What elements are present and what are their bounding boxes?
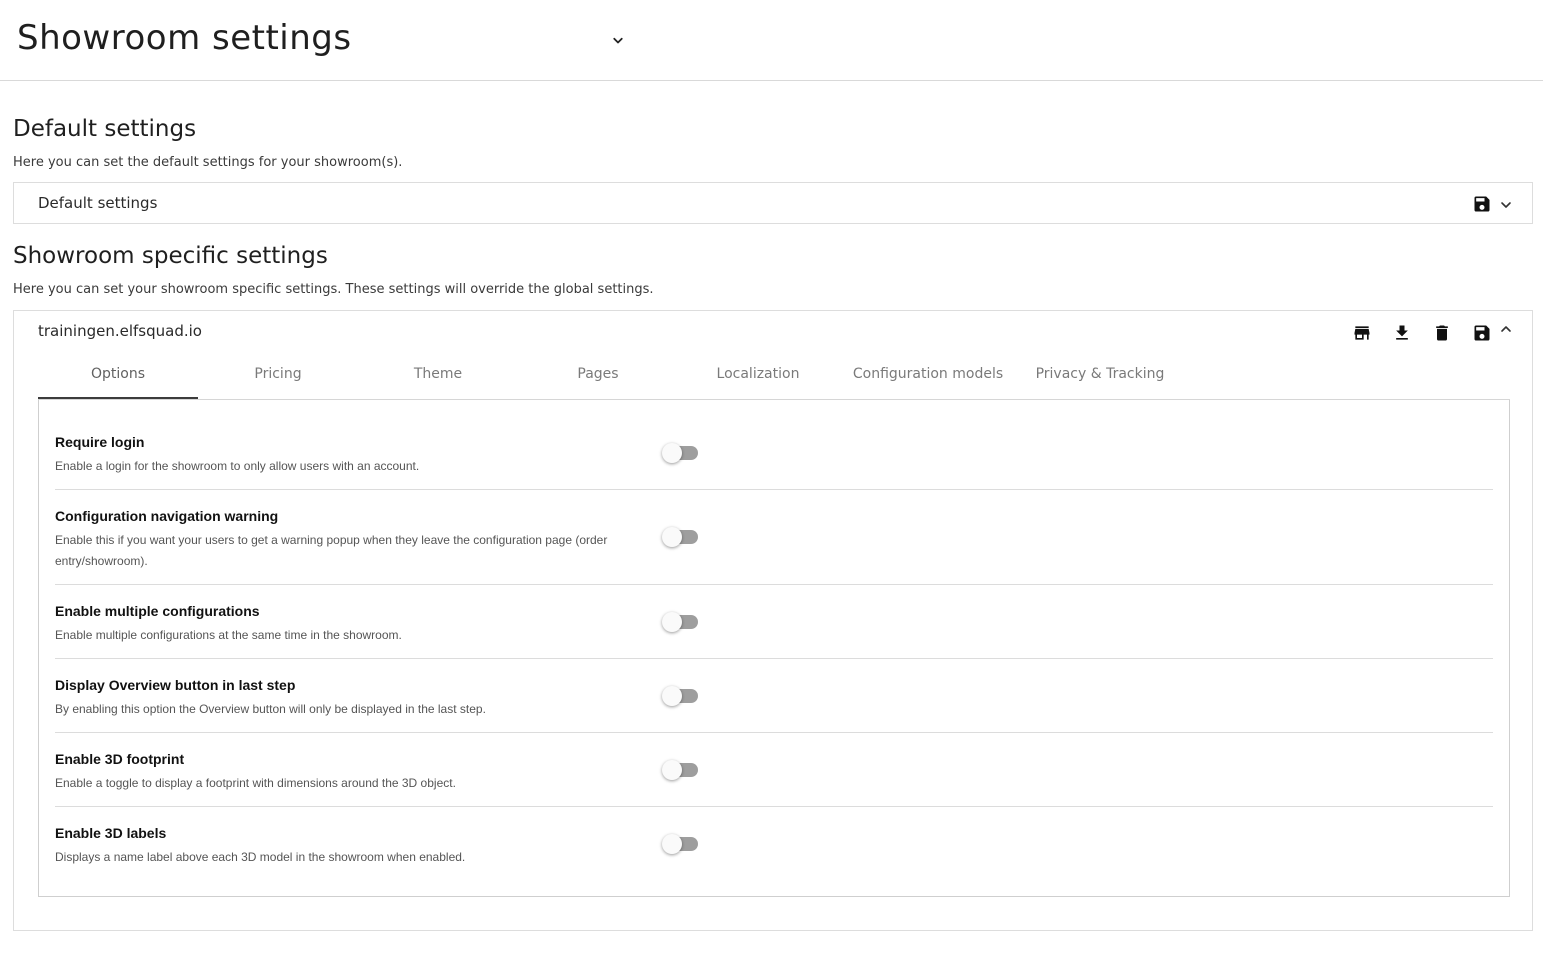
- tab-label: Pages: [577, 366, 619, 382]
- save-icon[interactable]: [1471, 322, 1493, 344]
- delete-icon[interactable]: [1431, 322, 1453, 344]
- chevron-up-icon[interactable]: [1495, 318, 1517, 340]
- setting-description: Enable a toggle to display a footprint w…: [55, 776, 456, 790]
- overview-button-toggle[interactable]: [662, 686, 700, 706]
- setting-label: Enable 3D footprint: [55, 751, 185, 767]
- toggle-thumb: [662, 527, 682, 547]
- tab-pricing[interactable]: Pricing: [198, 363, 358, 399]
- default-settings-panel[interactable]: Default settings: [13, 182, 1533, 224]
- chevron-down-icon[interactable]: [609, 32, 627, 50]
- tab-theme[interactable]: Theme: [358, 363, 518, 399]
- tab-label: Configuration models: [852, 366, 1004, 382]
- setting-overview-button: Display Overview button in last step By …: [55, 677, 1493, 733]
- page-header: Showroom settings: [0, 0, 1543, 81]
- setting-navigation-warning: Configuration navigation warning Enable …: [55, 508, 1493, 585]
- options-content: Require login Enable a login for the sho…: [38, 400, 1510, 897]
- toggle-thumb: [662, 760, 682, 780]
- setting-label: Configuration navigation warning: [55, 508, 279, 524]
- tab-label: Pricing: [254, 366, 302, 382]
- tab-pages[interactable]: Pages: [518, 363, 678, 399]
- download-icon[interactable]: [1391, 322, 1413, 344]
- tab-label: Localization: [716, 366, 800, 382]
- chevron-down-icon[interactable]: [1495, 194, 1517, 216]
- setting-description: Enable a login for the showroom to only …: [55, 459, 420, 473]
- setting-3d-footprint: Enable 3D footprint Enable a toggle to d…: [55, 751, 1493, 807]
- tab-localization[interactable]: Localization: [678, 363, 838, 399]
- store-icon[interactable]: [1351, 322, 1373, 344]
- default-settings-panel-header[interactable]: Default settings: [14, 183, 1532, 223]
- toggle-thumb: [662, 834, 682, 854]
- showroom-panel-title: trainingen.elfsquad.io: [38, 322, 202, 340]
- toggle-thumb: [662, 686, 682, 706]
- 3d-footprint-toggle[interactable]: [662, 760, 700, 780]
- tab-label: Options: [90, 366, 146, 382]
- 3d-labels-toggle[interactable]: [662, 834, 700, 854]
- setting-description: By enabling this option the Overview but…: [55, 702, 486, 716]
- tab-configuration-models[interactable]: Configuration models: [838, 363, 1018, 399]
- tab-label: Theme: [413, 366, 463, 382]
- setting-require-login: Require login Enable a login for the sho…: [55, 434, 1493, 490]
- multiple-configurations-toggle[interactable]: [662, 612, 700, 632]
- setting-multiple-configurations: Enable multiple configurations Enable mu…: [55, 603, 1493, 659]
- setting-label: Enable multiple configurations: [55, 603, 260, 619]
- tab-options[interactable]: Options: [38, 363, 198, 399]
- require-login-toggle[interactable]: [662, 443, 700, 463]
- showroom-panel: trainingen.elfsquad.io Options Pricing T…: [13, 310, 1533, 931]
- navigation-warning-toggle[interactable]: [662, 527, 700, 547]
- setting-3d-labels: Enable 3D labels Displays a name label a…: [55, 825, 1493, 881]
- setting-label: Require login: [55, 434, 145, 450]
- tab-privacy-tracking[interactable]: Privacy & Tracking: [1018, 363, 1182, 399]
- page-title: Showroom settings: [17, 18, 352, 58]
- setting-label: Enable 3D labels: [55, 825, 167, 841]
- toggle-thumb: [662, 612, 682, 632]
- specific-settings-title: Showroom specific settings: [13, 243, 328, 269]
- save-icon[interactable]: [1471, 193, 1493, 215]
- setting-description: Enable this if you want your users to ge…: [55, 533, 608, 568]
- showroom-panel-header[interactable]: trainingen.elfsquad.io: [14, 311, 1532, 351]
- default-settings-title: Default settings: [13, 116, 197, 142]
- tab-label: Privacy & Tracking: [1035, 366, 1165, 382]
- setting-label: Display Overview button in last step: [55, 677, 296, 693]
- default-settings-description: Here you can set the default settings fo…: [13, 155, 403, 170]
- setting-description: Displays a name label above each 3D mode…: [55, 850, 466, 864]
- default-settings-panel-title: Default settings: [38, 194, 158, 212]
- setting-description: Enable multiple configurations at the sa…: [55, 628, 402, 642]
- specific-settings-description: Here you can set your showroom specific …: [13, 282, 654, 297]
- toggle-thumb: [662, 443, 682, 463]
